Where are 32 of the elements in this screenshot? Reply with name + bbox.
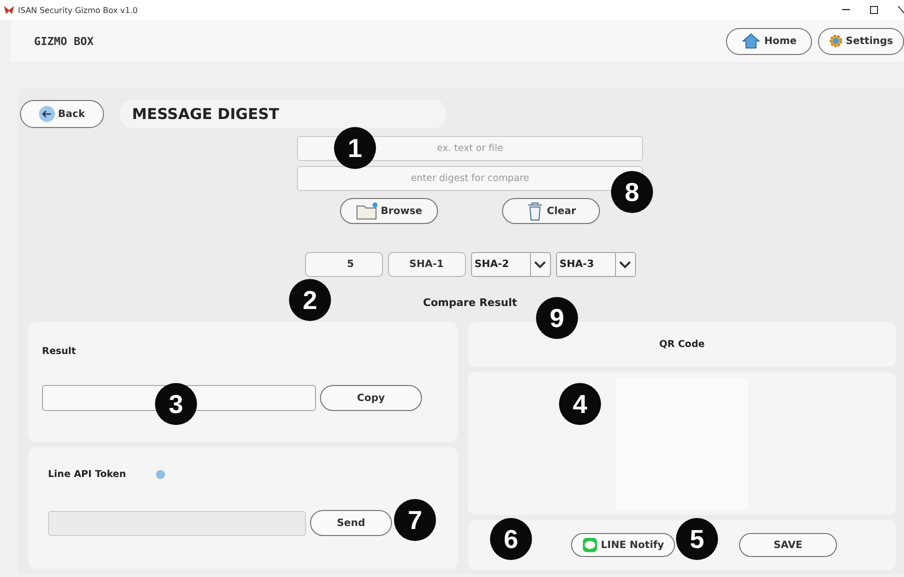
qr-code-label: QR Code bbox=[659, 339, 705, 350]
clear-button[interactable]: Clear bbox=[502, 198, 600, 224]
algorithm-button[interactable]: 5 bbox=[304, 252, 382, 277]
close-icon[interactable] bbox=[898, 6, 904, 14]
settings-icon bbox=[829, 32, 843, 50]
folder-icon bbox=[356, 202, 378, 220]
back-button[interactable]: Back bbox=[20, 100, 104, 128]
algorithm-dropdown[interactable]: SHA-2 bbox=[470, 252, 550, 277]
chevron-down-icon bbox=[619, 260, 631, 268]
house-icon bbox=[741, 33, 762, 49]
trash-icon bbox=[526, 201, 544, 221]
compare-result-label: Compare Result bbox=[423, 297, 517, 309]
app-logo: GIZMO BOX bbox=[34, 34, 94, 48]
algorithm-dropdown[interactable]: SHA-3 bbox=[556, 252, 636, 277]
save-button[interactable]: SAVE bbox=[739, 533, 837, 557]
minimize-icon[interactable] bbox=[842, 9, 850, 11]
chevron-down-icon bbox=[534, 260, 546, 268]
page-title: MESSAGE DIGEST bbox=[120, 100, 446, 128]
token-field[interactable] bbox=[48, 510, 306, 536]
chat-icon bbox=[582, 536, 598, 554]
home-button[interactable]: Home bbox=[726, 28, 812, 54]
line-token-label: Line API Token bbox=[48, 469, 126, 480]
copy-button[interactable]: Copy bbox=[320, 385, 422, 411]
result-label: Result bbox=[42, 346, 77, 357]
window-title: ISAN Security Gizmo Box v1.0 bbox=[18, 6, 138, 14]
app-logo-icon bbox=[4, 6, 14, 14]
algorithm-button[interactable]: SHA-1 bbox=[388, 252, 466, 277]
line-notify-button[interactable]: LINE Notify bbox=[571, 533, 675, 557]
maximize-icon[interactable] bbox=[870, 6, 878, 14]
send-button[interactable]: Send bbox=[310, 510, 392, 536]
browse-button[interactable]: Browse bbox=[340, 198, 438, 224]
settings-button[interactable]: Settings bbox=[818, 28, 904, 54]
